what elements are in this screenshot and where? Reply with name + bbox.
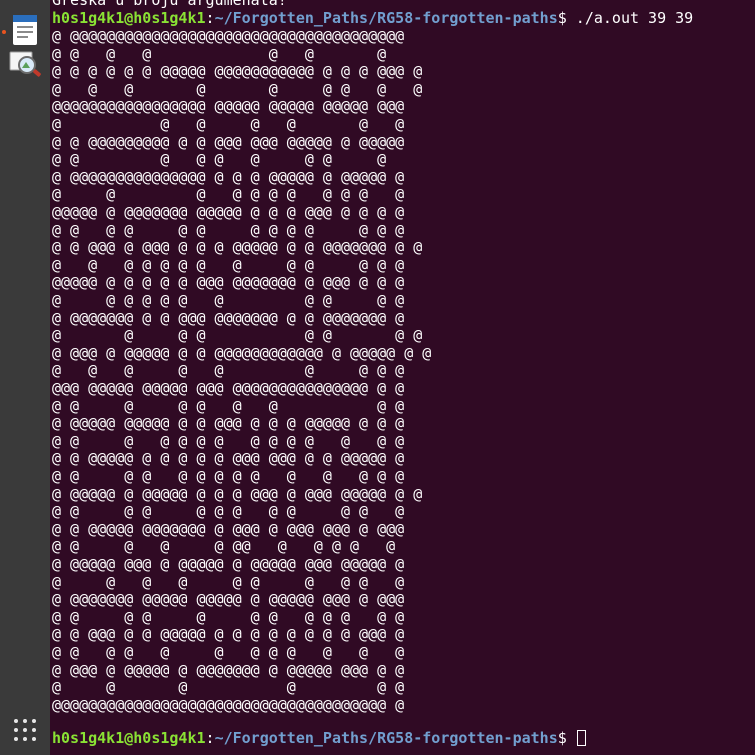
maze-row: @@@@@ @ @ @ @ @ @@@ @@@@@@@ @ @@@ @ @ @ bbox=[52, 273, 405, 292]
maze-row: @ @@@@@ @ @@@@@ @ @ @ @@@ @ @@@ @@@@@ @ … bbox=[52, 484, 423, 503]
maze-row: @ @@@@@ @@@ @ @@@@@ @ @@@@@ @@@ @@@@@ @ bbox=[52, 555, 405, 573]
maze-row: @ @ @ @ @ @ @ @ @ @ @ @ bbox=[52, 502, 405, 521]
dock bbox=[0, 0, 50, 755]
grid-icon[interactable] bbox=[13, 718, 37, 742]
maze-row: @ @ @ @ @ @ @ @ @ @ @ @ @ @ bbox=[52, 431, 405, 450]
maze-row: @@@@@ @ @@@@@@@ @@@@@ @ @ @ @@@ @ @ @ @ bbox=[52, 203, 405, 221]
maze-row: @ @ @@@@@ @ @ @ @ @ @@@ @@@ @ @ @@@@@ @ bbox=[52, 449, 405, 468]
terminal-window[interactable]: Greška u broju argumenata! h0s1g4k1@h0s1… bbox=[51, 0, 755, 755]
command-text: ./a.out 39 39 bbox=[566, 9, 694, 27]
maze-row: @ @ @ @ @ @ @ @ @ bbox=[52, 361, 405, 380]
maze-row: @ @ @ @ @ @ @@@@@ @@@@@@@@@@@ @ @ @ @@@ … bbox=[52, 62, 423, 81]
maze-row: @ @@@@@@@@@@@@@@@ @ @ @ @@@@@ @ @@@@@ @ bbox=[52, 167, 405, 186]
maze-row: @ @@@@@@@ @ @ @@@ @@@@@@@ @ @ @@@@@@@ @ bbox=[52, 308, 405, 327]
maze-row: @ @ @ @ @ @ @ @ @ @ @ bbox=[52, 185, 405, 204]
maze-row: @ @ @ @ @ @ @ @ @ bbox=[52, 396, 405, 415]
maze-row: @ @ @@@@@ @@@@@@@ @ @@@ @ @@@ @@@ @ @@@ bbox=[52, 519, 405, 538]
prompt-line-1: h0s1g4k1@h0s1g4k1:~/Forgotten_Paths/RG58… bbox=[52, 9, 693, 27]
maze-row: @ @ @ @ @ @@ @ @ @ @ @ bbox=[52, 537, 396, 556]
maze-row: @ @ @ @ @ @ @ @ @ @ bbox=[52, 572, 405, 591]
maze-row: @ @@@@@@@ @@@@@ @@@@@ @ @@@@@ @@@ @ @@@ bbox=[52, 590, 405, 609]
maze-row: @ @ @ @ @ @ @ @ @ @ @ @ bbox=[52, 607, 405, 626]
maze-row: @ @ @ @ @ @ @ @ bbox=[52, 326, 423, 345]
maze-row: @ @ @ @ @ @ @ @ @ bbox=[52, 150, 387, 169]
text-cursor bbox=[576, 730, 586, 746]
maze-row: @ @@@@@@@@@@@@@@@@@@@@@@@@@@@@@@@@@@@@@ bbox=[52, 27, 405, 45]
maze-row: @ @ @ @ @ @ @ @ @ bbox=[52, 79, 423, 98]
command-input[interactable] bbox=[567, 729, 576, 747]
maze-row: @@@@@@@@@@@@@@@@@ @@@@@ @@@@@ @@@@@ @@@ bbox=[52, 97, 405, 116]
maze-row: @ @ @@@@@@@@@ @ @ @@@ @@@ @@@@@ @ @@@@@ bbox=[52, 132, 405, 151]
maze-row: @ @ @ @ @ @ @ @ @ @ @ @ @ bbox=[52, 220, 405, 239]
prompt-separator: : bbox=[205, 729, 215, 747]
active-indicator bbox=[2, 30, 6, 34]
maze-row: @ @ @@@ @ @@@ @ @ @ @@@@@ @ @ @@@@@@@ @ … bbox=[52, 238, 423, 257]
prompt-symbol: $ bbox=[557, 9, 567, 27]
prompt-user-host: h0s1g4k1@h0s1g4k1 bbox=[52, 9, 206, 27]
prompt-user-host: h0s1g4k1@h0s1g4k1 bbox=[52, 729, 206, 747]
maze-row: @ @ @ @ @ @ @ @ @ @ @ bbox=[52, 291, 405, 309]
maze-row: @ @ @ @ @ @ @ @ @ @ @ @ @ bbox=[52, 255, 405, 274]
maze-row: @ @ @ @ @ @ @ @ @ @ @ @ @ @ bbox=[52, 467, 405, 485]
maze-row: @ @@@ @ @@@@@ @ @@@@@@@ @ @@@@@ @@@ @ @ bbox=[52, 660, 405, 679]
prompt-separator: : bbox=[205, 9, 215, 27]
maze-row: @ @ @ @ @ @ @ @ @ @ @ @ bbox=[52, 643, 405, 661]
photo-magnifier-icon[interactable] bbox=[7, 46, 43, 82]
error-message: Greška u broju argumenata! bbox=[52, 0, 287, 9]
maze-row: @@@ @@@@@ @@@@@ @@@ @@@@@@@@@@@@@@@ @ @ bbox=[52, 379, 405, 397]
prompt-line-2[interactable]: h0s1g4k1@h0s1g4k1:~/Forgotten_Paths/RG58… bbox=[52, 729, 586, 747]
maze-row: @ @ @ @ @ @ @ bbox=[52, 115, 405, 133]
prompt-symbol: $ bbox=[557, 729, 567, 747]
maze-row: @@@@@@@@@@@@@@@@@@@@@@@@@@@@@@@@@@@@@ @ bbox=[52, 695, 405, 714]
document-icon[interactable] bbox=[7, 12, 43, 48]
maze-row: @ @@@@@ @@@@@ @ @ @@@ @ @ @ @@@@@ @ @ @ bbox=[52, 414, 405, 433]
maze-row: @ @ @ @ @ @ @ bbox=[52, 44, 387, 63]
prompt-path: ~/Forgotten_Paths/RG58-forgotten-paths bbox=[214, 729, 558, 747]
maze-row: @ @ @ @ @ @ bbox=[52, 678, 405, 697]
maze-row: @ @@@ @ @@@@@ @ @ @@@@@@@@@@@@ @ @@@@@ @… bbox=[52, 343, 432, 362]
maze-row: @ @ @@@ @ @ @@@@@ @ @ @ @ @ @ @ @ @@@ @ bbox=[52, 625, 405, 644]
prompt-path: ~/Forgotten_Paths/RG58-forgotten-paths bbox=[214, 9, 558, 27]
